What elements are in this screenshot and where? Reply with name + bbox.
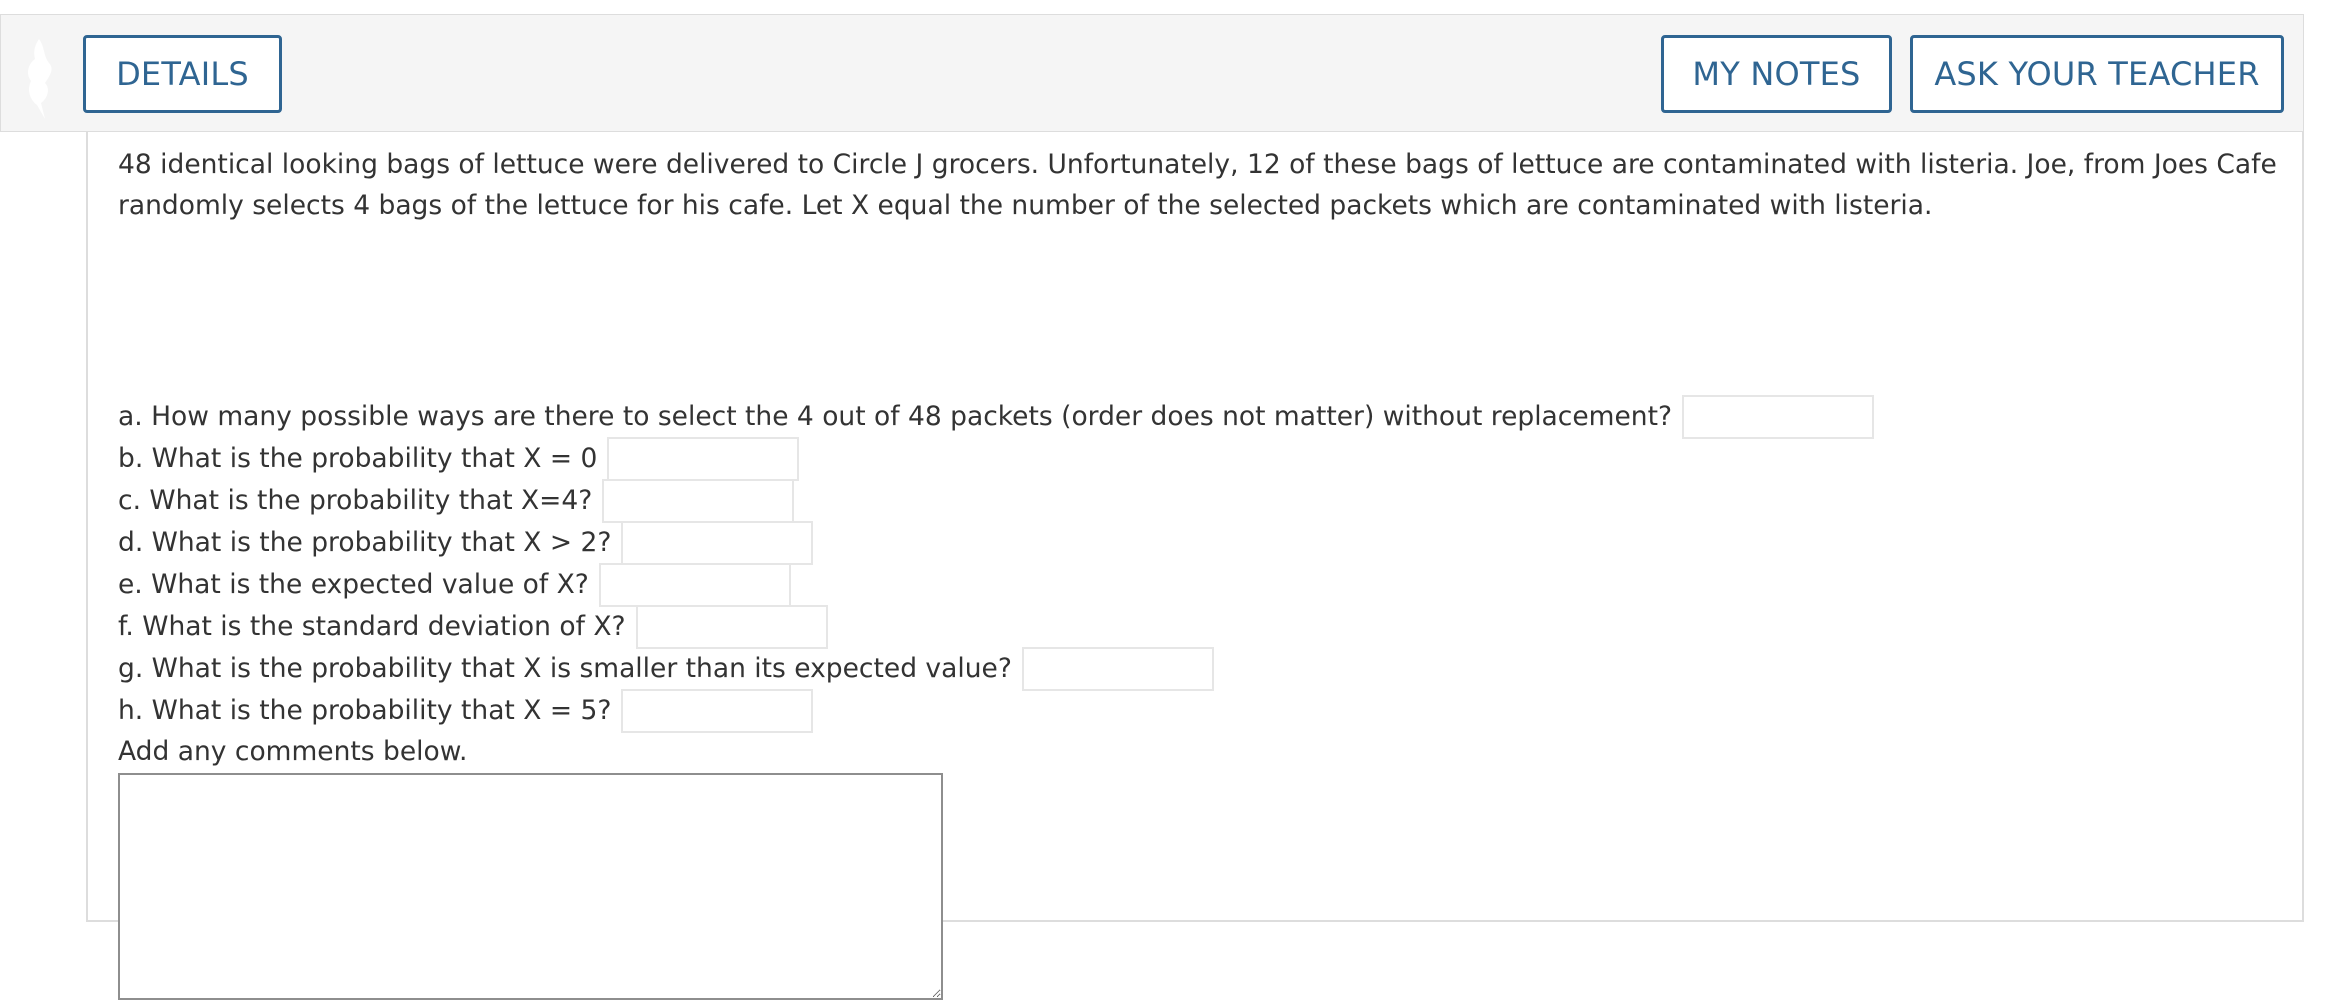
answer-input-f[interactable] bbox=[635, 605, 828, 649]
answer-input-b[interactable] bbox=[607, 437, 800, 481]
bird-logo-icon bbox=[28, 39, 52, 119]
question-b: b. What is the probability that X = 0 bbox=[118, 437, 800, 481]
question-c: c. What is the probability that X=4? bbox=[118, 479, 795, 523]
answer-input-a[interactable] bbox=[1682, 395, 1875, 439]
answer-input-c[interactable] bbox=[602, 479, 795, 523]
question-a: a. How many possible ways are there to s… bbox=[118, 395, 1875, 439]
problem-intro: 48 identical looking bags of lettuce wer… bbox=[118, 149, 2277, 221]
question-d: d. What is the probability that X > 2? bbox=[118, 521, 814, 565]
my-notes-button[interactable]: MY NOTES bbox=[1661, 35, 1892, 113]
question-g: g. What is the probability that X is sma… bbox=[118, 647, 1214, 691]
question-content: 48 identical looking bags of lettuce wer… bbox=[86, 131, 2304, 1000]
question-h: h. What is the probability that X = 5? bbox=[118, 689, 814, 733]
question-f-text: f. What is the standard deviation of X? bbox=[118, 611, 626, 642]
question-h-text: h. What is the probability that X = 5? bbox=[118, 695, 612, 726]
answer-input-g[interactable] bbox=[1021, 647, 1214, 691]
details-button[interactable]: DETAILS bbox=[83, 35, 282, 113]
comments-textarea[interactable] bbox=[118, 773, 943, 1000]
question-f: f. What is the standard deviation of X? bbox=[118, 605, 828, 649]
question-g-text: g. What is the probability that X is sma… bbox=[118, 653, 1012, 684]
answer-input-h[interactable] bbox=[621, 689, 814, 733]
question-c-text: c. What is the probability that X=4? bbox=[118, 485, 593, 516]
question-header-bar: DETAILS MY NOTES ASK YOUR TEACHER bbox=[0, 14, 2304, 132]
ask-your-teacher-button[interactable]: ASK YOUR TEACHER bbox=[1910, 35, 2284, 113]
question-e-text: e. What is the expected value of X? bbox=[118, 569, 589, 600]
answer-input-e[interactable] bbox=[598, 563, 791, 607]
question-d-text: d. What is the probability that X > 2? bbox=[118, 527, 612, 558]
question-e: e. What is the expected value of X? bbox=[118, 563, 791, 607]
question-b-text: b. What is the probability that X = 0 bbox=[118, 443, 598, 474]
answer-input-d[interactable] bbox=[621, 521, 814, 565]
question-a-text: a. How many possible ways are there to s… bbox=[118, 401, 1673, 432]
comments-label: Add any comments below. bbox=[118, 736, 468, 767]
